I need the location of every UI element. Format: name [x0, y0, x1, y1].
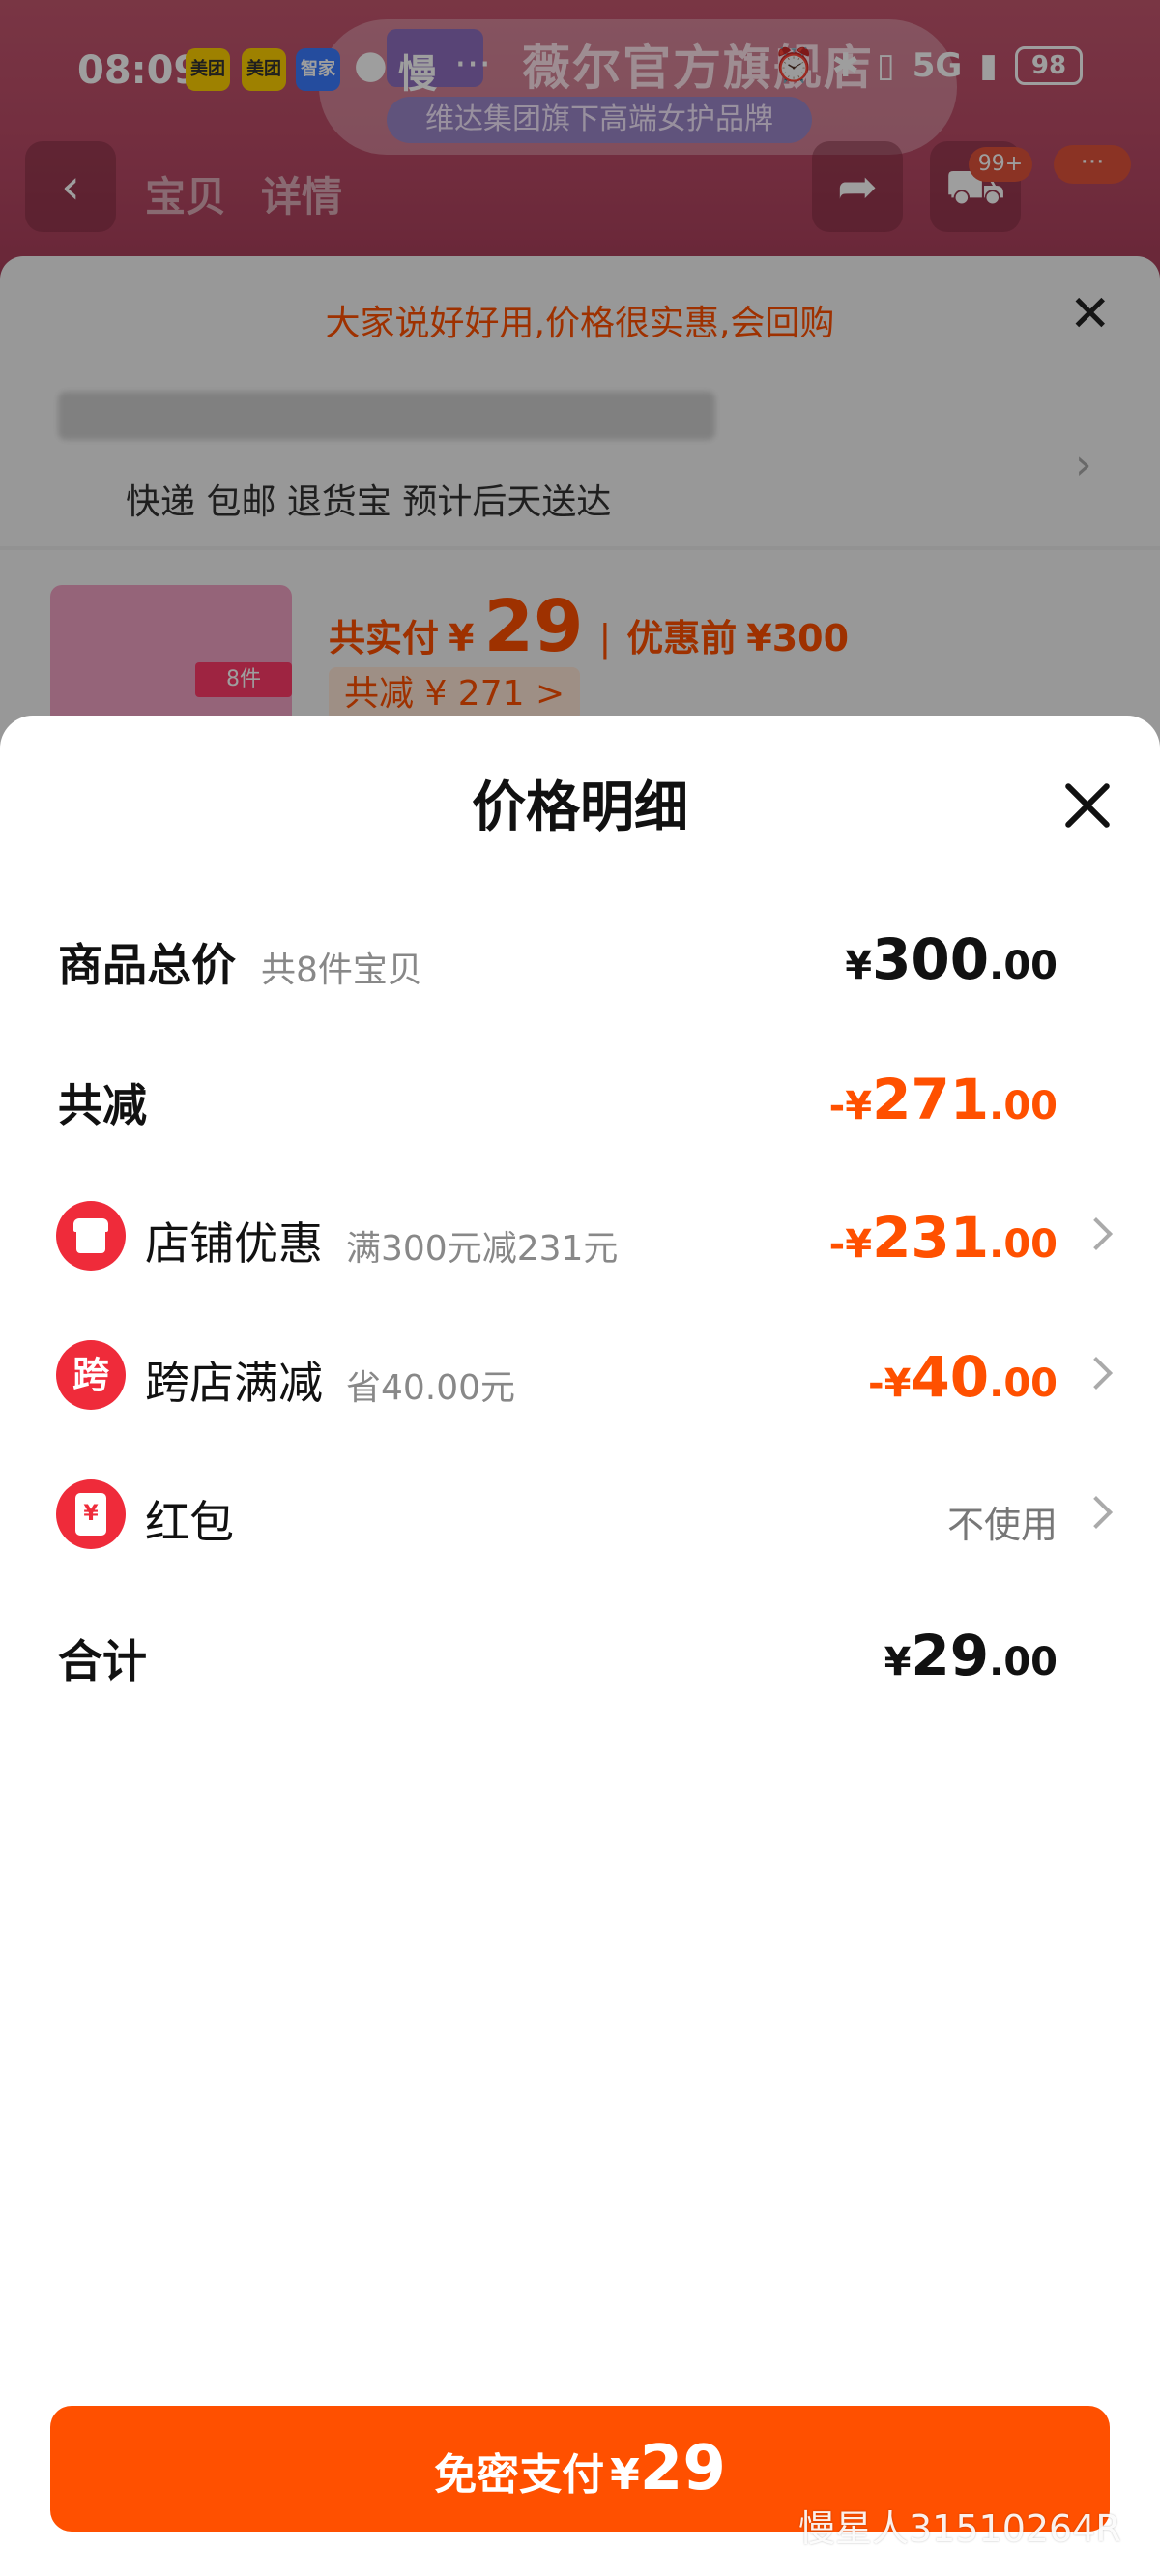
- chevron-right-icon[interactable]: [1083, 1213, 1112, 1255]
- red-packet-value: 不使用: [946, 1504, 1058, 1546]
- chevron-right-icon[interactable]: [1083, 1491, 1112, 1534]
- cross-store-amount: -¥40.00: [868, 1344, 1058, 1410]
- row-label: 合计: [58, 1635, 147, 1687]
- amount-decimal: .00: [989, 1084, 1058, 1128]
- row-label: 红包: [145, 1496, 234, 1548]
- row-cross-store-discount[interactable]: 跨 跨店满减 省40.00元 -¥40.00: [0, 1327, 1160, 1423]
- store-icon: [56, 1201, 126, 1271]
- currency: -¥: [828, 1084, 873, 1128]
- store-coupon-amount: -¥231.00: [829, 1205, 1058, 1271]
- amount-integer: 40: [911, 1344, 990, 1410]
- pay-button-amount: 29: [639, 2433, 726, 2504]
- modal-title: 价格明细: [472, 776, 688, 839]
- cross-store-icon: 跨: [56, 1340, 126, 1410]
- row-label: 跨店满减: [145, 1357, 323, 1409]
- sum-amount: ¥29.00: [884, 1623, 1058, 1688]
- row-total-discount: 共减 -¥271.00: [0, 1049, 1160, 1146]
- total-amount: ¥300.00: [845, 926, 1058, 992]
- currency: ¥: [884, 1640, 912, 1684]
- close-icon[interactable]: [1056, 774, 1119, 837]
- row-sum: 合计 ¥29.00: [0, 1605, 1160, 1702]
- row-label: 店铺优惠: [145, 1217, 323, 1270]
- row-sub: 共8件宝贝: [261, 951, 422, 990]
- row-red-packet[interactable]: 红包 不使用: [0, 1466, 1160, 1563]
- amount-decimal: .00: [989, 1361, 1058, 1406]
- row-sub: 满300元减231元: [346, 1229, 619, 1269]
- amount-decimal: .00: [989, 944, 1058, 988]
- amount-integer: 271: [872, 1067, 990, 1132]
- amount-decimal: .00: [989, 1222, 1058, 1267]
- pay-button-label: 免密支付: [434, 2450, 605, 2500]
- amount-integer: 231: [872, 1205, 990, 1271]
- currency: ¥: [845, 944, 873, 988]
- row-sub: 省40.00元: [346, 1368, 516, 1408]
- row-label: 商品总价: [58, 939, 236, 991]
- amount-integer: 300: [872, 926, 990, 992]
- discount-amount: -¥271.00: [829, 1067, 1058, 1132]
- amount-decimal: .00: [989, 1640, 1058, 1684]
- row-label: 共减: [58, 1079, 147, 1131]
- currency: -¥: [828, 1222, 873, 1267]
- pay-button-currency: ¥: [610, 2450, 640, 2500]
- price-detail-sheet: 价格明细 商品总价 共8件宝贝 ¥300.00 共减 -¥271.00 店铺优惠…: [0, 716, 1160, 2576]
- row-total-price: 商品总价 共8件宝贝 ¥300.00: [0, 909, 1160, 1006]
- watermark: 慢星人31510264R: [798, 2507, 1121, 2550]
- chevron-right-icon[interactable]: [1083, 1352, 1112, 1394]
- amount-integer: 29: [911, 1623, 990, 1688]
- row-store-coupon[interactable]: 店铺优惠 满300元减231元 -¥231.00: [0, 1187, 1160, 1284]
- red-packet-icon: [56, 1479, 126, 1549]
- currency: -¥: [867, 1361, 912, 1406]
